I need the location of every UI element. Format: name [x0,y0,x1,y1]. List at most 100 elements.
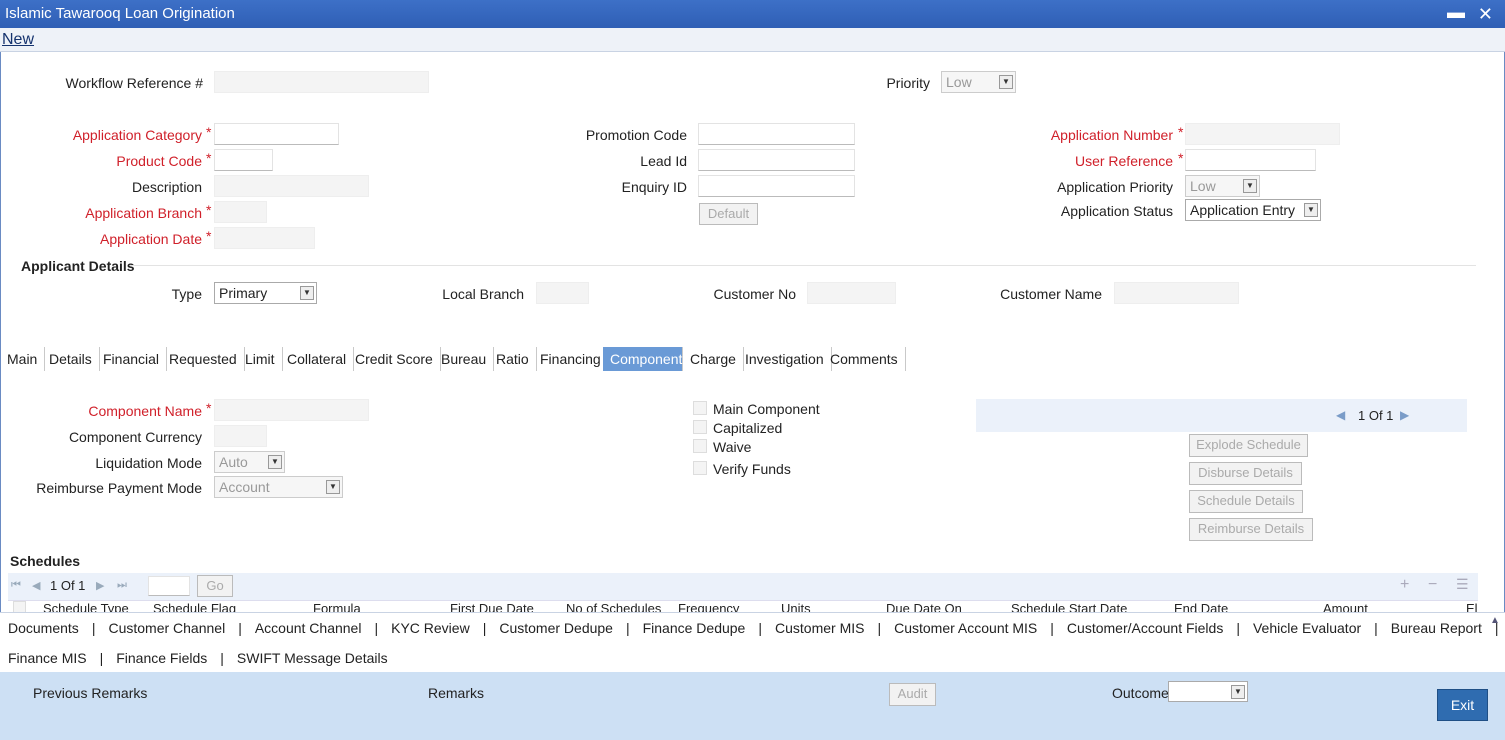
menu-bar: New [0,28,1505,52]
select-all-checkbox[interactable] [13,601,26,612]
outcome-label: Outcome [1112,685,1169,701]
tab-component[interactable]: Component [603,347,683,371]
explode-schedule-button[interactable]: Explode Schedule [1189,434,1308,457]
col-no-of-schedules[interactable]: No of Schedules [566,601,661,612]
customer-no-input[interactable] [807,282,896,304]
link-swift-message-details[interactable]: SWIFT Message Details [237,650,388,666]
local-branch-input[interactable] [536,282,589,304]
liquidation-mode-select[interactable]: Auto ▼ [214,451,285,473]
application-status-select[interactable]: Application Entry ▼ [1185,199,1321,221]
next-page-icon[interactable]: ▶ [1400,408,1409,422]
columns-icon[interactable]: ☰ [1456,576,1469,593]
capitalized-checkbox[interactable] [693,420,707,434]
application-date-input[interactable] [214,227,315,249]
link-vehicle-evaluator[interactable]: Vehicle Evaluator [1253,620,1361,636]
tab-requested[interactable]: Requested [162,347,245,371]
link-finance-dedupe[interactable]: Finance Dedupe [643,620,746,636]
customer-name-input[interactable] [1114,282,1239,304]
col-schedule-flag[interactable]: Schedule Flag [153,601,236,612]
priority-value: Low [946,74,972,90]
audit-button[interactable]: Audit [889,683,936,706]
product-code-input[interactable] [214,149,273,171]
exit-button[interactable]: Exit [1437,689,1488,721]
main-component-checkbox[interactable] [693,401,707,415]
tab-collateral[interactable]: Collateral [280,347,355,371]
col-first-due-date[interactable]: First Due Date [450,601,534,612]
link-finance-mis[interactable]: Finance MIS [8,650,87,666]
link-customer-mis[interactable]: Customer MIS [775,620,864,636]
link-documents[interactable]: Documents [8,620,79,636]
col-frequency[interactable]: Frequency [678,601,739,612]
tab-financial[interactable]: Financial [96,347,168,371]
next-page-icon[interactable]: ▶ [96,579,104,592]
first-page-icon[interactable]: ⏮ [11,579,21,592]
link-finance-fields[interactable]: Finance Fields [116,650,207,666]
go-button[interactable]: Go [197,575,233,597]
tab-comments[interactable]: Comments [823,347,906,371]
application-priority-select[interactable]: Low ▼ [1185,175,1260,197]
reimburse-payment-mode-value: Account [219,479,270,495]
pager-text: 1 Of 1 [1358,408,1394,423]
link-customer-account-mis[interactable]: Customer Account MIS [894,620,1037,636]
reimburse-details-button[interactable]: Reimburse Details [1189,518,1313,541]
outcome-select[interactable]: ▼ [1168,681,1248,702]
link-customer-account-fields[interactable]: Customer/Account Fields [1067,620,1223,636]
page-number-input[interactable] [148,576,190,596]
waive-checkbox[interactable] [693,439,707,453]
verify-funds-checkbox[interactable] [693,461,707,475]
add-row-icon[interactable]: + [1400,576,1409,594]
link-bureau-report[interactable]: Bureau Report [1391,620,1482,636]
close-icon[interactable]: ✕ [1478,4,1493,25]
col-units[interactable]: Units [781,601,811,612]
last-page-icon[interactable]: ⏭ [117,579,127,592]
tab-bureau[interactable]: Bureau [434,347,495,371]
lead-id-label: Lead Id [640,153,687,169]
col-el[interactable]: El [1466,601,1478,612]
previous-remarks-link[interactable]: Previous Remarks [33,685,147,701]
col-formula[interactable]: Formula [313,601,361,612]
enquiry-id-input[interactable] [698,175,855,197]
tab-investigation[interactable]: Investigation [738,347,832,371]
tab-financing[interactable]: Financing [533,347,609,371]
tab-charge[interactable]: Charge [683,347,744,371]
tab-limit[interactable]: Limit [238,347,283,371]
default-button[interactable]: Default [699,203,758,225]
description-input[interactable] [214,175,369,197]
application-number-input[interactable] [1185,123,1340,145]
workflow-reference-input[interactable] [214,71,429,93]
col-end-date[interactable]: End Date [1174,601,1228,612]
application-category-input[interactable] [214,123,339,145]
link-customer-dedupe[interactable]: Customer Dedupe [499,620,613,636]
schedule-details-button[interactable]: Schedule Details [1189,490,1303,513]
link-account-channel[interactable]: Account Channel [255,620,362,636]
component-currency-input[interactable] [214,425,267,447]
col-amount[interactable]: Amount [1323,601,1368,612]
promotion-code-input[interactable] [698,123,855,145]
collapse-icon[interactable]: ▲ [1490,615,1500,626]
prev-page-icon[interactable]: ◀ [32,579,40,592]
description-label: Description [131,179,202,195]
tab-credit-score[interactable]: Credit Score [348,347,441,371]
col-schedule-start-date[interactable]: Schedule Start Date [1011,601,1127,612]
component-name-input[interactable] [214,399,369,421]
tab-main[interactable]: Main [0,347,46,371]
prev-page-icon[interactable]: ◀ [1336,408,1345,422]
application-priority-value: Low [1190,178,1216,194]
disburse-details-button[interactable]: Disburse Details [1189,462,1302,485]
delete-row-icon[interactable]: − [1428,576,1437,594]
type-select[interactable]: Primary ▼ [214,282,317,304]
link-kyc-review[interactable]: KYC Review [391,620,470,636]
col-schedule-type[interactable]: Schedule Type [43,601,129,612]
minimize-icon[interactable]: ▬ [1447,2,1465,23]
link-customer-channel[interactable]: Customer Channel [108,620,225,636]
lead-id-input[interactable] [698,149,855,171]
priority-select[interactable]: Low ▼ [941,71,1016,93]
separator: | [220,650,224,666]
reimburse-payment-mode-select[interactable]: Account ▼ [214,476,343,498]
user-reference-input[interactable] [1185,149,1316,171]
tab-details[interactable]: Details [42,347,100,371]
new-link[interactable]: New [2,31,34,49]
application-branch-input[interactable] [214,201,267,223]
col-due-date-on[interactable]: Due Date On [886,601,962,612]
tab-ratio[interactable]: Ratio [489,347,537,371]
